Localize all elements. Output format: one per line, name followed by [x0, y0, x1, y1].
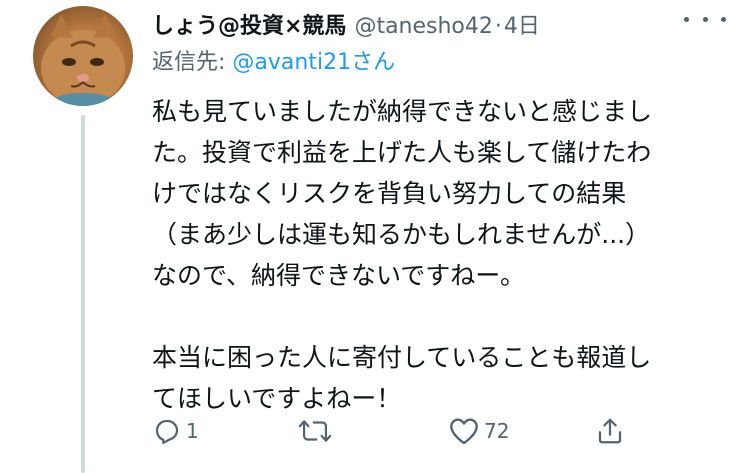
heart-icon — [450, 418, 478, 445]
more-icon-dot — [721, 16, 726, 22]
avatar[interactable] — [33, 6, 133, 106]
header-separator: · — [494, 14, 502, 39]
retweet-button[interactable] — [298, 413, 336, 449]
tweet-timestamp[interactable]: 4日 — [504, 8, 540, 40]
reply-icon — [155, 419, 179, 444]
tweet-text-line: （まあ少しは運も知るかもしれませんが...） — [152, 220, 651, 249]
tweet-text-line: 私も見ていましたが納得できないと感じまし — [152, 97, 653, 126]
author-name[interactable]: しょう@投資×競馬 — [152, 8, 346, 40]
tweet-actions: 1 72 — [0, 413, 750, 449]
retweet-icon — [298, 420, 332, 442]
tweet-text-line: けではなくリスクを背負い努力しての結果 — [152, 179, 627, 208]
like-button[interactable]: 72 — [448, 413, 509, 449]
like-count: 72 — [484, 419, 510, 443]
share-button[interactable] — [595, 413, 625, 449]
tweet-text-line: 本当に困った人に寄付していることも報道し — [152, 343, 652, 372]
more-icon — [684, 16, 689, 22]
reply-count: 1 — [186, 419, 199, 443]
tweet-text: 私も見ていましたが納得できないと感じまし た。投資で利益を上げた人も楽して儲けた… — [152, 91, 732, 419]
tweet-header: しょう@投資×競馬 @tanesho42 · 4日 — [152, 8, 540, 39]
reply-mention-link[interactable]: @avanti21 — [232, 50, 351, 75]
tweet-text-line: た。投資で利益を上げた人も楽して儲けたわ — [152, 138, 652, 167]
share-icon — [598, 418, 622, 444]
tweet-text-line: なので、納得できないですねー。 — [152, 261, 526, 290]
reply-suffix: さん — [351, 50, 396, 75]
tweet-text-line — [152, 296, 732, 337]
author-handle[interactable]: @tanesho42 — [354, 14, 492, 39]
more-icon-dot — [702, 16, 708, 22]
reply-button[interactable]: 1 — [152, 413, 199, 449]
cat-avatar-icon — [41, 14, 125, 106]
reply-prefix: 返信先: — [152, 50, 233, 75]
reply-context: 返信先: @avanti21さん — [152, 44, 395, 76]
tweet[interactable]: しょう@投資×競馬 @tanesho42 · 4日 返信先: @avanti21… — [0, 0, 750, 473]
more-button[interactable] — [684, 12, 726, 26]
